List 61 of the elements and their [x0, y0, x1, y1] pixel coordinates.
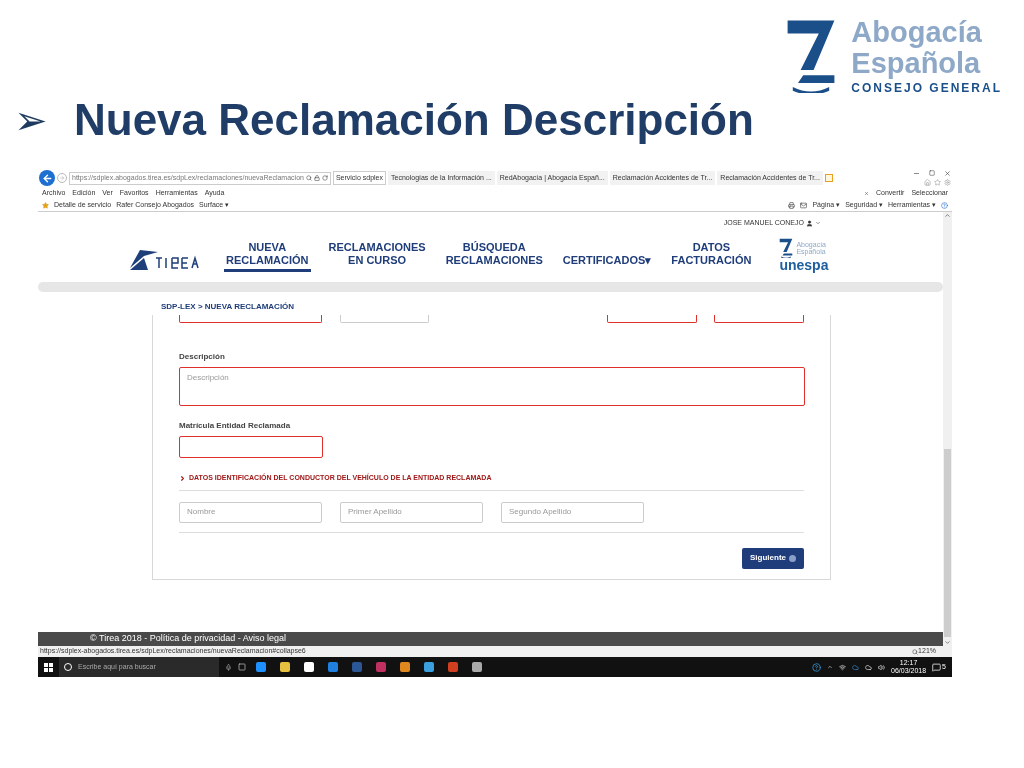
scroll-up-icon[interactable] [944, 212, 951, 219]
notifications-icon[interactable] [932, 662, 942, 672]
print-icon[interactable] [788, 201, 796, 209]
favorites-icon[interactable] [42, 201, 49, 209]
app-icon[interactable] [424, 662, 434, 672]
slide-title: Nueva Reclamación Descripción [74, 94, 754, 146]
back-button[interactable] [39, 170, 55, 186]
new-tab-button[interactable] [824, 174, 833, 182]
breadcrumb: SDP-LEX > NUEVA RECLAMACIÓN [161, 302, 295, 311]
tray-chevron-icon[interactable] [827, 664, 834, 670]
unespa-logo: unespa [779, 258, 829, 272]
forward-button[interactable] [57, 173, 67, 183]
app-icon[interactable] [400, 662, 410, 672]
close-icon[interactable] [864, 191, 869, 196]
bullet-arrow: ➢ [14, 97, 48, 144]
chevron-icon [179, 474, 186, 482]
mail-icon[interactable] [800, 201, 808, 209]
next-button[interactable]: Siguiente [742, 547, 804, 569]
input-field[interactable] [714, 315, 804, 323]
nav-tab[interactable]: DATOS FACTURACIÓN [669, 241, 754, 272]
footer-text: © Tirea 2018 - Política de privacidad - Aviso legal [90, 632, 287, 646]
windows-icon[interactable] [44, 662, 53, 672]
nav-tab[interactable]: CERTIFICADOS▾ [560, 254, 654, 272]
volume-icon[interactable] [878, 663, 886, 671]
scrollbar[interactable] [943, 212, 952, 646]
logo-text: Española [851, 49, 981, 78]
scroll-thumb[interactable] [944, 449, 951, 637]
settings-icon[interactable] [944, 179, 951, 186]
help-icon [812, 662, 822, 672]
nav-tab[interactable]: BÚSQUEDA RECLAMACIONES [443, 241, 545, 272]
app-icon[interactable] [304, 662, 314, 672]
app-icon[interactable] [328, 662, 338, 672]
maximize-icon[interactable] [929, 170, 935, 176]
caret-icon[interactable] [815, 220, 821, 226]
scroll-down-icon[interactable] [944, 639, 951, 646]
input-field[interactable] [179, 436, 323, 458]
home-icon[interactable] [924, 179, 931, 186]
help-icon[interactable] [941, 201, 948, 209]
app-icon[interactable] [280, 662, 290, 672]
arrow-right-icon [59, 175, 65, 181]
app-icon[interactable] [376, 662, 386, 672]
app-icon[interactable] [448, 662, 458, 672]
close-icon[interactable] [944, 170, 951, 177]
input-field[interactable] [607, 315, 698, 323]
nav-tab[interactable]: RECLAMACIONES EN CURSO [326, 241, 428, 272]
zoom-icon [912, 648, 919, 655]
input-field[interactable] [179, 315, 322, 323]
task-view-icon[interactable] [238, 663, 246, 671]
field-label: Descripción [179, 351, 226, 363]
app-icon[interactable] [256, 662, 266, 672]
field-label: Matrícula Entidad Reclamada [179, 420, 292, 432]
minimize-icon[interactable] [913, 170, 920, 177]
nav-tab[interactable]: NUEVA RECLAMACIÓN [224, 241, 311, 272]
app-icon[interactable] [472, 662, 482, 672]
network-icon[interactable] [839, 663, 847, 671]
user-icon [806, 219, 813, 227]
star-icon[interactable] [934, 179, 941, 186]
logo-text: Abogacía [851, 18, 983, 47]
input-field[interactable] [339, 315, 430, 323]
logo-subtitle: CONSEJO GENERAL [851, 82, 1002, 94]
arrow-left-icon [41, 172, 53, 184]
